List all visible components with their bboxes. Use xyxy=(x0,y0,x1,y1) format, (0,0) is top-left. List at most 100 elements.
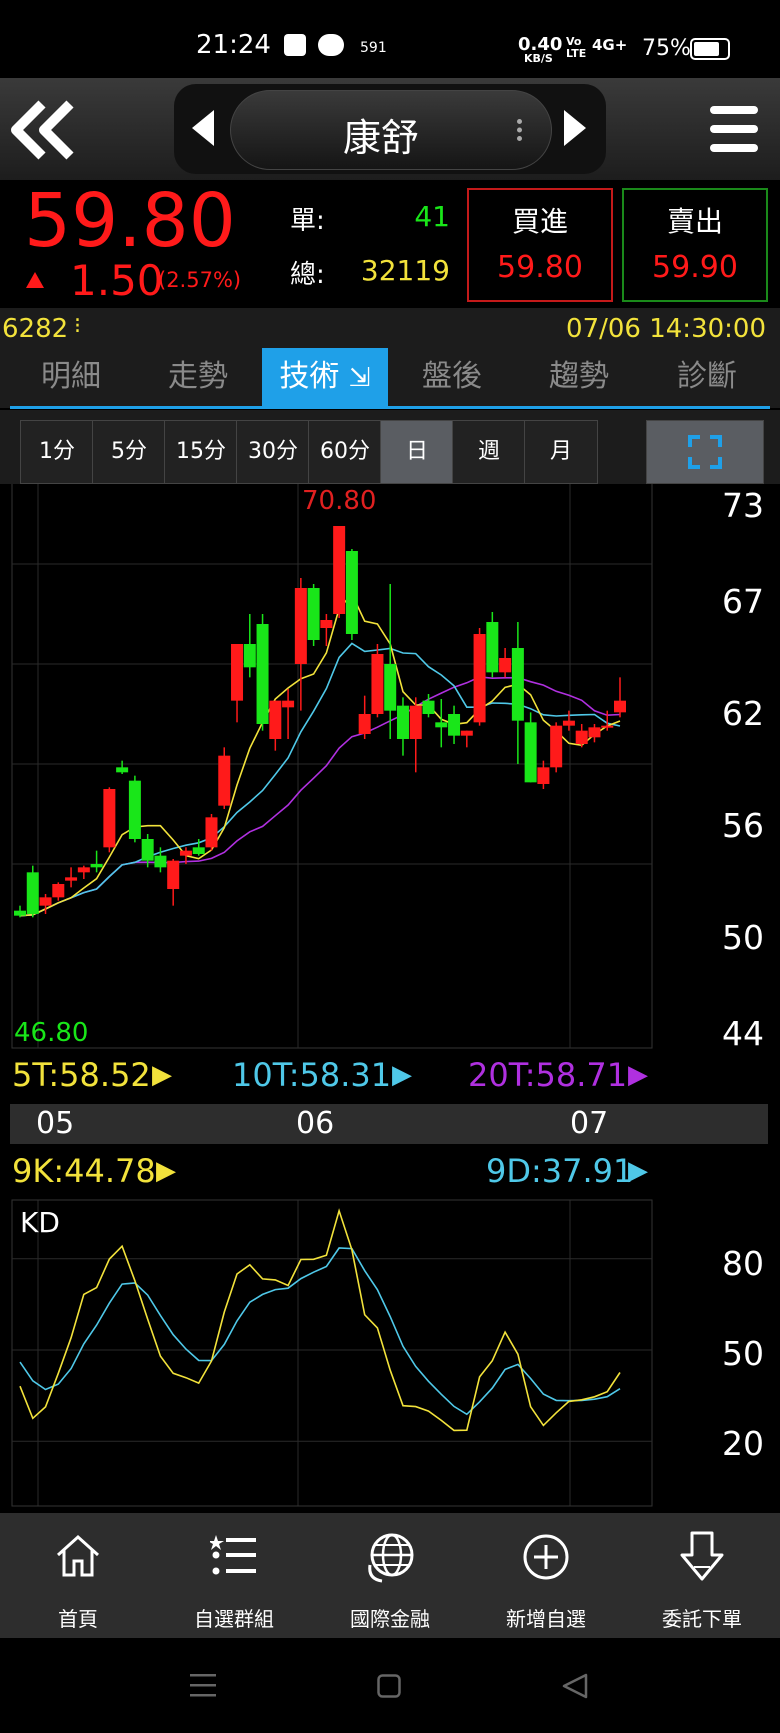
home-square-icon[interactable] xyxy=(377,1674,401,1698)
fullscreen-icon xyxy=(688,435,722,469)
candle-body xyxy=(167,860,180,889)
buy-button[interactable]: 買進 59.80 xyxy=(467,188,613,302)
period-5min[interactable]: 5分 xyxy=(92,420,166,484)
prev-stock-icon[interactable] xyxy=(192,110,214,146)
nav-intl-finance[interactable]: 國際金融 xyxy=(312,1513,468,1638)
volte-icon: Vo LTE xyxy=(566,35,587,60)
candle-body xyxy=(345,551,358,634)
nav-home-label: 首頁 xyxy=(58,1607,98,1631)
nav-home[interactable]: 首頁 xyxy=(0,1513,156,1638)
y-tick-50: 50 xyxy=(722,918,764,957)
list-star-icon xyxy=(210,1535,256,1575)
candle-body xyxy=(601,725,614,728)
total-label: 總: xyxy=(290,260,325,290)
candle-body xyxy=(588,727,601,738)
period-15min[interactable]: 15分 xyxy=(164,420,238,484)
sell-price: 59.90 xyxy=(652,250,738,285)
tab-intraday[interactable]: 走勢 xyxy=(139,348,257,406)
candle xyxy=(256,614,269,731)
candle-body xyxy=(218,755,231,806)
tab-trend[interactable]: 趨勢 xyxy=(520,348,638,406)
candle-body xyxy=(499,658,512,673)
nav-watchlist-label: 自選群組 xyxy=(194,1607,274,1631)
y-tick-56: 56 xyxy=(722,806,764,845)
k-arrow-icon[interactable]: ▶ xyxy=(156,1156,176,1186)
candle-body xyxy=(307,588,320,640)
period-day[interactable]: 日 xyxy=(380,420,454,484)
shopee-icon xyxy=(284,34,306,56)
candle-body xyxy=(460,730,473,736)
candle-body xyxy=(358,714,371,734)
ma20-label: 20T:58.71 xyxy=(468,1056,628,1094)
info-row: 6282 ⁝ 07/06 14:30:00 xyxy=(0,308,780,348)
y-tick-67: 67 xyxy=(722,582,764,621)
tab-bar: 明細 走勢 技術 ⇲ 盤後 趨勢 診斷 xyxy=(0,348,780,408)
y-tick-73: 73 xyxy=(722,486,764,525)
collapse-icon: ⇲ xyxy=(348,363,371,393)
tab-detail[interactable]: 明細 xyxy=(12,348,130,406)
period-month[interactable]: 月 xyxy=(524,420,598,484)
period-30min[interactable]: 30分 xyxy=(236,420,310,484)
price-change: 1.50 xyxy=(70,256,164,305)
candle-body xyxy=(448,714,461,736)
fullscreen-button[interactable] xyxy=(646,420,764,484)
candle-body xyxy=(14,910,26,916)
ma5-label: 5T:58.52 xyxy=(12,1056,151,1094)
candle-body xyxy=(614,700,626,713)
technical-chart[interactable] xyxy=(0,484,780,1513)
single-label: 單: xyxy=(290,206,325,236)
app-header: 康舒 xyxy=(0,78,780,180)
candle xyxy=(218,747,231,809)
nav-watchlist[interactable]: 自選群組 xyxy=(156,1513,312,1638)
candle-body xyxy=(384,664,397,711)
ma5-arrow-icon[interactable]: ▶ xyxy=(152,1060,172,1090)
candle-body xyxy=(243,644,256,668)
add-circle-icon xyxy=(523,1534,569,1580)
candle xyxy=(333,526,346,618)
tab-after-hours[interactable]: 盤後 xyxy=(393,348,511,406)
y-tick-62: 62 xyxy=(722,694,764,733)
price-change-pct: (2.57%) xyxy=(158,268,242,292)
tab-diagnosis[interactable]: 診斷 xyxy=(648,348,766,406)
buy-price: 59.80 xyxy=(497,250,583,285)
period-week[interactable]: 週 xyxy=(452,420,526,484)
battery-icon xyxy=(690,38,730,60)
stock-name-pill[interactable]: 康舒 xyxy=(230,90,552,170)
candle-body xyxy=(77,867,90,873)
next-stock-icon[interactable] xyxy=(564,110,586,146)
candle xyxy=(103,787,116,853)
candle-body xyxy=(524,722,537,783)
kd-tick-20: 20 xyxy=(722,1424,764,1463)
ma10-arrow-icon[interactable]: ▶ xyxy=(392,1060,412,1090)
d-value-label: 9D:37.91 xyxy=(486,1152,634,1190)
candle-body xyxy=(141,839,154,861)
nav-add-watch[interactable]: 新增自選 xyxy=(468,1513,624,1638)
bottom-nav: 首頁 自選群組 國際金融 新增自選 委託下單 xyxy=(0,1513,780,1638)
recents-icon[interactable] xyxy=(190,1674,216,1698)
candle xyxy=(371,644,384,718)
period-1min[interactable]: 1分 xyxy=(20,420,94,484)
candle-body xyxy=(116,767,129,773)
candle-body xyxy=(282,700,295,708)
candle xyxy=(550,722,563,773)
system-nav-bar xyxy=(0,1638,780,1733)
month-05: 05 xyxy=(36,1106,75,1141)
month-07: 07 xyxy=(570,1106,609,1141)
ma20-arrow-icon[interactable]: ▶ xyxy=(628,1060,648,1090)
status-time: 21:24 xyxy=(196,30,271,60)
time-axis: 05 06 07 xyxy=(10,1104,768,1144)
back-triangle-icon[interactable] xyxy=(562,1673,588,1699)
sell-button[interactable]: 賣出 59.90 xyxy=(622,188,768,302)
back-icon[interactable] xyxy=(10,100,76,160)
tab-technical[interactable]: 技術 ⇲ xyxy=(262,348,388,406)
status-bar: 21:24 591 0.40 KB/S Vo LTE 4G+ 75% xyxy=(0,0,780,78)
nav-place-order[interactable]: 委託下單 xyxy=(624,1513,780,1638)
net-speed-unit: KB/S xyxy=(524,52,553,65)
menu-icon[interactable] xyxy=(710,106,758,152)
candle-body xyxy=(550,725,563,768)
candle-body xyxy=(231,644,244,701)
signal-icon: 4G+ xyxy=(592,36,628,54)
d-arrow-icon[interactable]: ▶ xyxy=(628,1156,648,1186)
period-60min[interactable]: 60分 xyxy=(308,420,382,484)
line-icon xyxy=(318,34,344,56)
